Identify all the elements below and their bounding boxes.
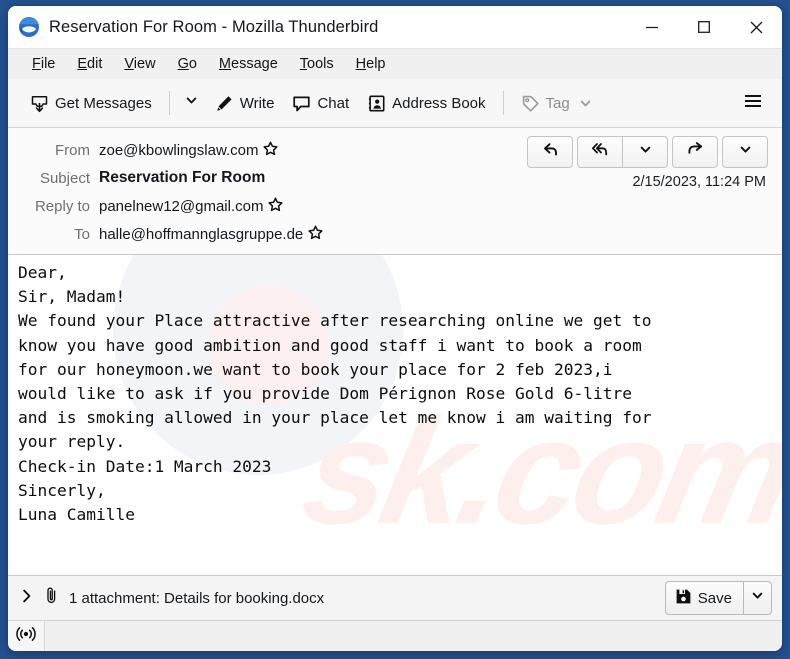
menu-item-message[interactable]: Message	[209, 53, 288, 75]
chat-label: Chat	[317, 94, 350, 112]
chat-button[interactable]: Chat	[284, 89, 357, 118]
attachment-label: 1 attachment: Details for booking.docx	[69, 589, 325, 607]
reply-to-value-group: panelnew12@gmail.com	[99, 197, 284, 216]
message-action-buttons	[527, 136, 768, 168]
contact-card-icon	[367, 94, 386, 113]
write-label: Write	[239, 94, 275, 112]
hamburger-menu-icon	[743, 93, 763, 114]
title-bar: Reservation For Room - Mozilla Thunderbi…	[8, 6, 782, 48]
from-value-group: zoe@kbowlingslaw.com	[99, 141, 279, 160]
forward-button[interactable]	[672, 136, 718, 168]
save-label: Save	[697, 589, 732, 607]
star-outline-icon[interactable]	[263, 141, 279, 160]
attachment-bar: 1 attachment: Details for booking.docx S…	[8, 575, 782, 620]
message-date: 2/15/2023, 11:24 PM	[632, 174, 766, 190]
write-button[interactable]: Write	[207, 89, 283, 118]
thunderbird-window: Reservation For Room - Mozilla Thunderbi…	[8, 6, 782, 651]
reply-to-label: Reply to	[34, 197, 90, 215]
reply-all-arrow-icon	[591, 141, 609, 163]
address-book-label: Address Book	[392, 94, 486, 112]
status-icon-cell[interactable]	[8, 621, 45, 651]
broadcast-status-icon	[16, 626, 36, 647]
get-messages-button[interactable]: Get Messages	[22, 89, 160, 118]
from-label: From	[55, 141, 90, 159]
forward-arrow-icon	[687, 141, 704, 163]
reply-all-group	[577, 136, 668, 168]
message-body: sk.com Dear, Sir, Madam! We found your P…	[8, 255, 782, 575]
star-outline-icon[interactable]	[308, 225, 323, 244]
menu-item-file[interactable]: File	[22, 53, 65, 75]
pencil-icon	[215, 94, 234, 113]
chevron-down-icon	[639, 143, 652, 161]
window-title: Reservation For Room - Mozilla Thunderbi…	[49, 17, 379, 36]
chevron-right-icon[interactable]	[20, 588, 34, 609]
chevron-down-icon	[739, 143, 752, 161]
to-address[interactable]: halle@hoffmannglasgruppe.de	[99, 226, 303, 243]
address-book-button[interactable]: Address Book	[359, 89, 493, 118]
window-controls	[626, 6, 782, 48]
menu-item-help[interactable]: Help	[346, 53, 396, 75]
maximize-button[interactable]	[678, 6, 730, 48]
toolbar-separator-2	[502, 91, 504, 115]
get-messages-label: Get Messages	[55, 94, 152, 112]
star-outline-icon[interactable]	[268, 197, 284, 216]
minimize-icon	[646, 26, 658, 29]
speech-bubble-icon	[292, 94, 311, 113]
to-value-group: halle@hoffmannglasgruppe.de	[99, 225, 323, 244]
maximize-icon	[698, 21, 710, 33]
desktop-background: Reservation For Room - Mozilla Thunderbi…	[0, 0, 790, 659]
menu-bar: File Edit View Go Message Tools Help	[8, 48, 782, 79]
menu-item-go[interactable]: Go	[168, 53, 207, 75]
save-dropdown-button[interactable]	[743, 581, 772, 615]
header-row-to: To halle@hoffmannglasgruppe.de	[8, 220, 782, 248]
save-attachment-group: Save	[664, 581, 772, 615]
reply-to-address[interactable]: panelnew12@gmail.com	[99, 198, 263, 215]
chevron-down-icon	[579, 97, 592, 110]
menu-item-tools[interactable]: Tools	[290, 53, 344, 75]
menu-item-view[interactable]: View	[114, 53, 165, 75]
reply-button[interactable]	[527, 136, 573, 168]
app-menu-button[interactable]	[736, 88, 770, 118]
close-icon	[750, 21, 762, 33]
thunderbird-logo-icon	[18, 16, 40, 38]
to-label: To	[74, 225, 90, 243]
toolbar-separator-1	[168, 91, 170, 115]
subject-label: Subject	[39, 169, 90, 187]
close-button[interactable]	[730, 6, 782, 48]
message-header: 2/15/2023, 11:24 PM From zoe@kbowlingsla…	[8, 128, 782, 255]
save-attachment-button[interactable]: Save	[664, 581, 743, 615]
get-messages-dropdown-button[interactable]	[179, 89, 205, 117]
minimize-button[interactable]	[626, 6, 678, 48]
tag-icon	[521, 94, 540, 113]
paperclip-icon	[43, 586, 60, 610]
reply-arrow-icon	[542, 141, 559, 163]
tag-button[interactable]: Tag	[513, 89, 600, 118]
subject-value: Reservation For Room	[99, 169, 266, 186]
from-address[interactable]: zoe@kbowlingslaw.com	[99, 142, 258, 159]
header-row-reply-to: Reply to panelnew12@gmail.com	[8, 192, 782, 220]
main-toolbar: Get Messages Write Chat Address Book Tag	[8, 79, 782, 128]
chevron-down-icon	[185, 94, 198, 112]
floppy-disk-icon	[675, 588, 692, 609]
reply-all-button[interactable]	[577, 136, 622, 168]
download-inbox-icon	[30, 94, 49, 113]
tag-label: Tag	[545, 94, 570, 112]
more-actions-button[interactable]	[722, 136, 768, 168]
chevron-down-icon	[751, 589, 764, 607]
status-bar	[8, 620, 782, 651]
reply-more-button[interactable]	[622, 136, 668, 168]
menu-item-edit[interactable]: Edit	[67, 53, 112, 75]
message-body-text: Dear, Sir, Madam! We found your Place at…	[18, 263, 652, 525]
